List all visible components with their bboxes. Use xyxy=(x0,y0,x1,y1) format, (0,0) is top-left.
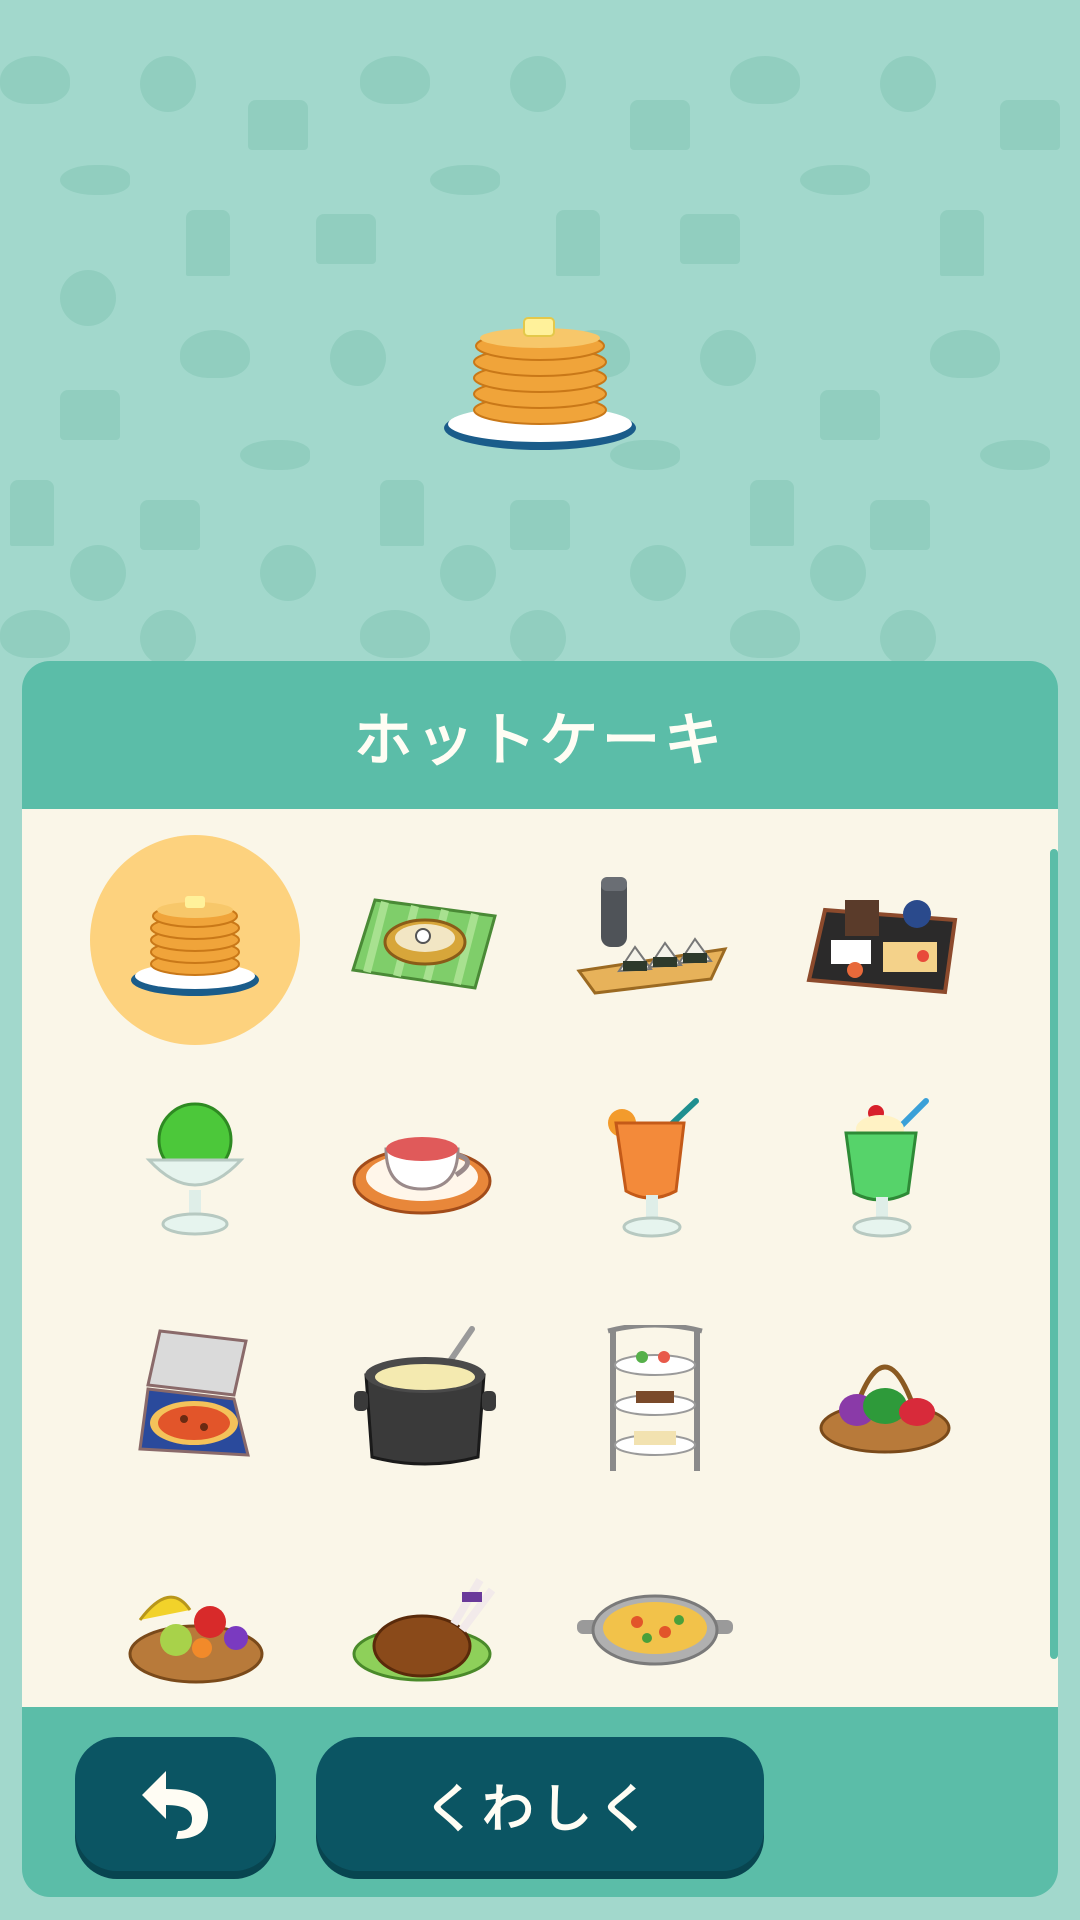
tea-cup-icon xyxy=(352,1137,492,1215)
orange-juice-icon xyxy=(608,1098,699,1238)
grid-item-vegetable-basket[interactable] xyxy=(780,1295,990,1505)
scrollbar[interactable] xyxy=(1050,849,1058,1659)
grid-item-shaved-ice[interactable] xyxy=(90,1065,300,1275)
back-button[interactable] xyxy=(75,1737,276,1871)
featured-item xyxy=(440,308,640,458)
item-title: ホットケーキ xyxy=(353,706,726,774)
soup-pot-icon xyxy=(354,1326,496,1466)
fruit-basket-icon xyxy=(128,1595,264,1684)
grid-item-roast-chicken[interactable] xyxy=(320,1525,530,1735)
melon-float-icon xyxy=(844,1098,929,1238)
grid-item-set-meal[interactable] xyxy=(780,835,990,1045)
grid-item-bento[interactable] xyxy=(320,835,530,1045)
onigiri-thermos-icon xyxy=(576,877,728,995)
grid-item-soup-pot[interactable] xyxy=(320,1295,530,1505)
grid-item-tea[interactable] xyxy=(320,1065,530,1275)
item-panel: ホットケーキ xyxy=(22,661,1058,1897)
grid-item-onigiri[interactable] xyxy=(550,835,760,1045)
grid-item-paella[interactable] xyxy=(550,1525,760,1735)
vegetable-basket-icon xyxy=(819,1364,951,1454)
grid-item-fruit-basket[interactable] xyxy=(90,1525,300,1735)
afternoon-tea-stand-icon xyxy=(607,1325,703,1471)
grid-item-orange-juice[interactable] xyxy=(550,1065,760,1275)
grid-item-melon-float[interactable] xyxy=(780,1065,990,1275)
roast-chicken-icon xyxy=(352,1577,496,1682)
grid-item-pizza[interactable] xyxy=(90,1295,300,1505)
pancakes-icon xyxy=(131,896,259,996)
shaved-ice-icon xyxy=(145,1102,245,1236)
grid-item-pancakes[interactable] xyxy=(90,835,300,1045)
bento-box-icon xyxy=(351,898,497,990)
japanese-set-meal-icon xyxy=(806,900,958,995)
pizza-box-icon xyxy=(138,1329,250,1457)
details-button[interactable]: くわしく xyxy=(316,1737,764,1871)
paella-icon xyxy=(577,1594,733,1666)
back-arrow-icon xyxy=(141,1771,208,1839)
pancakes-icon xyxy=(444,317,636,450)
grid-item-tea-stand[interactable] xyxy=(550,1295,760,1505)
